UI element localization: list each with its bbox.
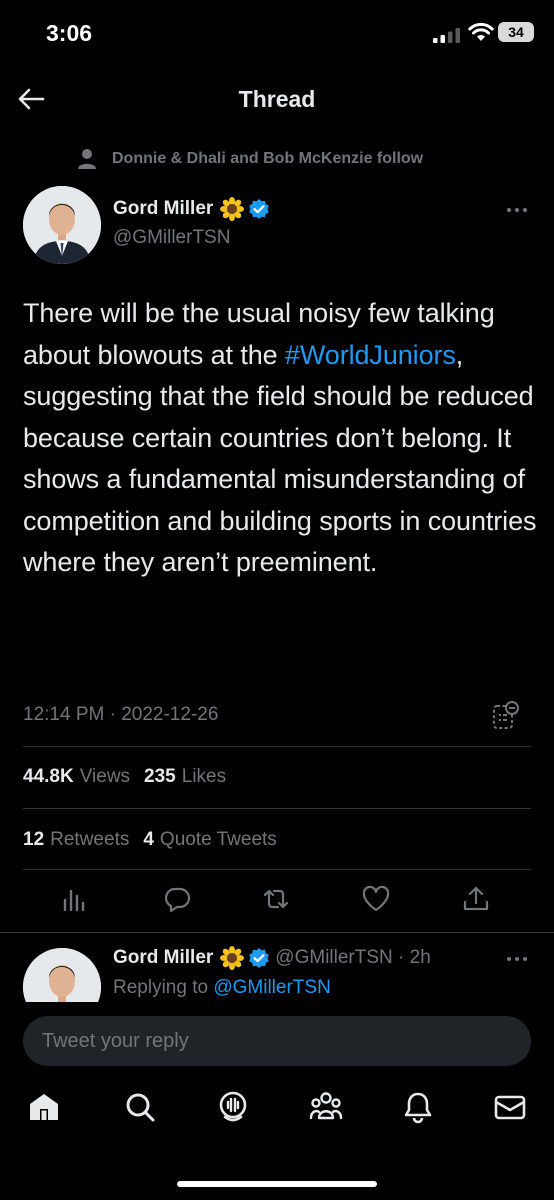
battery-indicator: 34 xyxy=(498,22,534,42)
sunflower-emoji-icon xyxy=(220,946,245,970)
divider xyxy=(23,746,531,747)
tweet-timestamp[interactable]: 12:14 PM · 2022-12-26 xyxy=(23,704,218,726)
share-icon[interactable] xyxy=(461,884,491,914)
social-context-text: Donnie & Dhali and Bob McKenzie follow xyxy=(112,150,424,167)
likes-stat[interactable]: 235 Likes xyxy=(144,766,226,788)
wifi-icon xyxy=(468,22,494,41)
home-indicator xyxy=(177,1181,377,1187)
sunflower-emoji-icon xyxy=(220,197,245,221)
social-context: Donnie & Dhali and Bob McKenzie follow xyxy=(76,146,423,172)
status-bar: 3:06 34 xyxy=(0,0,554,66)
replying-to-prefix: Replying to xyxy=(113,977,214,998)
author-name[interactable]: Gord Miller xyxy=(113,198,213,220)
home-icon[interactable] xyxy=(27,1090,61,1124)
nav-header: Thread xyxy=(0,66,554,130)
author-name-row[interactable]: Gord Miller xyxy=(113,197,270,221)
search-icon[interactable] xyxy=(123,1090,157,1124)
replying-to: Replying to @GMillerTSN xyxy=(113,977,331,999)
person-icon xyxy=(78,149,96,169)
status-time: 3:06 xyxy=(46,20,93,46)
hashtag-link[interactable]: #WorldJuniors xyxy=(285,340,456,370)
reply-input[interactable]: Tweet your reply xyxy=(23,1016,531,1066)
quotes-label: Quote Tweets xyxy=(159,829,277,850)
retweets-count: 12 xyxy=(23,829,45,850)
divider xyxy=(23,808,531,809)
notifications-icon[interactable] xyxy=(401,1090,435,1124)
communities-icon[interactable] xyxy=(309,1090,343,1124)
stats-row-retweets-quotes: 12 Retweets 4 Quote Tweets xyxy=(23,829,291,851)
reply-header[interactable]: Gord Miller @GMillerTSN · 2h xyxy=(113,946,431,970)
reply-icon[interactable] xyxy=(162,884,192,914)
like-icon[interactable] xyxy=(361,884,391,914)
quotes-count: 4 xyxy=(143,829,154,850)
tweet-actions-bar xyxy=(0,884,554,918)
tweet-text: There will be the usual noisy few talkin… xyxy=(23,293,538,584)
page-title: Thread xyxy=(238,86,316,112)
retweets-label: Retweets xyxy=(50,829,130,850)
reply-author-name[interactable]: Gord Miller xyxy=(113,947,213,969)
tweet-analytics-icon[interactable] xyxy=(492,701,520,731)
divider xyxy=(23,869,531,870)
views-label: Views xyxy=(79,766,131,787)
reply-input-placeholder: Tweet your reply xyxy=(42,1030,189,1052)
stats-row-views-likes: 44.8K Views 235 Likes xyxy=(23,766,240,788)
avatar[interactable] xyxy=(23,186,101,264)
cellular-signal-icon xyxy=(433,28,460,43)
bottom-tab-bar xyxy=(0,1090,554,1140)
tweet-text-part: , suggesting that the field should be re… xyxy=(23,339,537,578)
quotes-stat[interactable]: 4 Quote Tweets xyxy=(143,829,276,851)
verified-badge-icon xyxy=(249,199,270,219)
likes-label: Likes xyxy=(181,766,227,787)
reply-handle-time[interactable]: @GMillerTSN · 2h xyxy=(275,947,430,969)
profile-photo xyxy=(23,186,101,264)
likes-count: 235 xyxy=(144,766,176,787)
replying-to-handle[interactable]: @GMillerTSN xyxy=(213,977,330,998)
views-stat[interactable]: 44.8K Views xyxy=(23,766,130,788)
messages-icon[interactable] xyxy=(493,1090,527,1124)
retweet-icon[interactable] xyxy=(261,884,291,914)
more-options-icon[interactable] xyxy=(506,956,528,962)
spaces-icon[interactable] xyxy=(216,1090,250,1124)
author-handle[interactable]: @GMillerTSN xyxy=(113,227,230,249)
more-options-icon[interactable] xyxy=(506,207,528,213)
divider xyxy=(0,932,554,933)
views-count: 44.8K xyxy=(23,766,74,787)
verified-badge-icon xyxy=(249,948,270,968)
analytics-icon[interactable] xyxy=(61,884,91,914)
retweets-stat[interactable]: 12 Retweets xyxy=(23,829,129,851)
